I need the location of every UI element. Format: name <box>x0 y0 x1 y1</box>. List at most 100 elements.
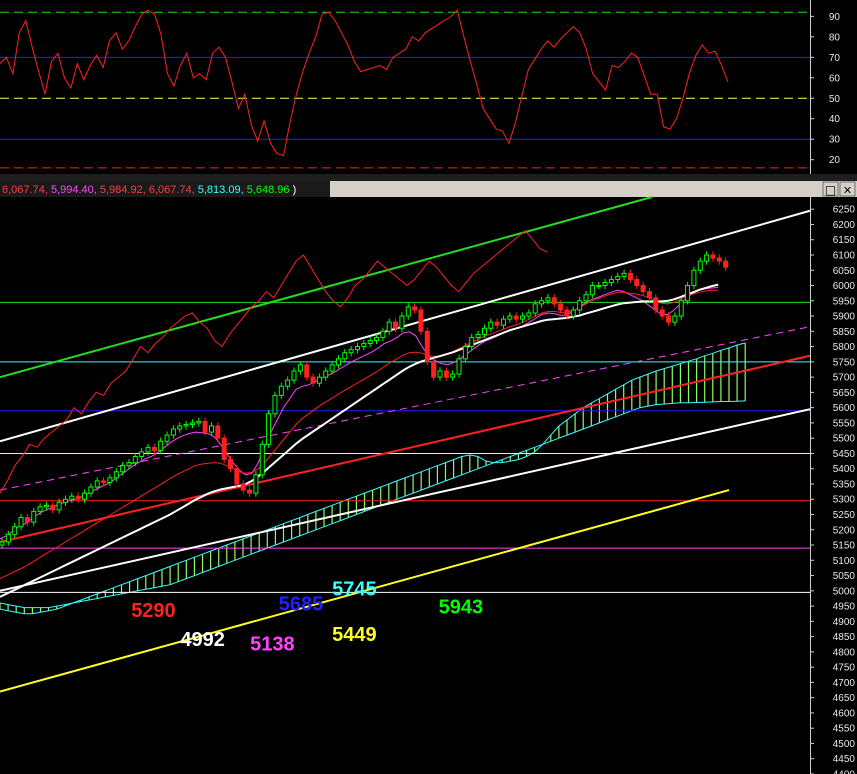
candle-body <box>697 260 703 271</box>
price-tick-label-5400: 5400 <box>833 464 856 475</box>
annotation-label-5685: 5685 <box>279 594 324 616</box>
candle-body <box>164 434 170 442</box>
annotation-label-5138: 5138 <box>250 633 295 655</box>
candle-body <box>615 275 621 280</box>
price-tick-label-5200: 5200 <box>833 525 856 536</box>
price-tick-label-6200: 6200 <box>833 220 856 231</box>
candle-body <box>488 321 494 329</box>
candle-body <box>450 373 456 378</box>
candle-body <box>545 297 551 302</box>
candle-body <box>247 489 253 494</box>
candle-body <box>475 333 481 338</box>
candle-body <box>43 504 49 508</box>
price-tick-label-4650: 4650 <box>833 693 856 704</box>
candle-body <box>532 303 538 314</box>
price-tick-label-4500: 4500 <box>833 739 856 750</box>
price-tick-label-4450: 4450 <box>833 754 856 765</box>
candle-body <box>221 437 227 461</box>
candle-body <box>526 312 532 317</box>
candle-body <box>297 364 303 372</box>
candle-body <box>304 364 310 378</box>
candle-body <box>69 495 75 500</box>
oscillator-tick-label-90: 90 <box>829 12 841 23</box>
candle-body <box>424 330 430 363</box>
candle-body <box>520 315 526 320</box>
candle-body <box>659 309 665 317</box>
price-tick-label-4950: 4950 <box>833 602 856 613</box>
candle-body <box>75 495 81 500</box>
price-tick-label-4550: 4550 <box>833 724 856 735</box>
candle-body <box>627 272 633 280</box>
price-tick-label-5050: 5050 <box>833 571 856 582</box>
price-tick-label-5750: 5750 <box>833 357 856 368</box>
chart-canvas: 9080706050403020 6,067.74, 5,994.40, 5,9… <box>0 0 857 774</box>
close-window-button[interactable]: ✕ <box>839 181 856 197</box>
price-tick-label-6100: 6100 <box>833 251 856 262</box>
price-tick-label-5150: 5150 <box>833 541 856 552</box>
price-tick-label-6050: 6050 <box>833 266 856 277</box>
candle-body <box>316 376 322 384</box>
candle-body <box>710 254 716 259</box>
candle-body <box>24 517 30 523</box>
oscillator-tick-label-40: 40 <box>829 114 841 125</box>
oscillator-tick-label-20: 20 <box>829 155 841 166</box>
status-value-3: 6,067.74, <box>149 184 198 196</box>
candle-body <box>62 498 68 503</box>
candle-body <box>551 297 557 305</box>
status-values: 6,067.74, 5,994.40, 5,984.92, 6,067.74, … <box>2 184 296 196</box>
candle-body <box>208 425 214 433</box>
candle-body <box>634 278 640 287</box>
candle-body <box>228 459 234 470</box>
candle-body <box>310 376 316 384</box>
candle-body <box>640 285 646 293</box>
oscillator-tick-label-30: 30 <box>829 135 841 146</box>
candle-body <box>646 291 652 299</box>
candle-body <box>94 480 100 488</box>
close-icon: ✕ <box>843 184 852 197</box>
candle-body <box>678 300 684 317</box>
candle-body <box>361 343 367 348</box>
candle-body <box>183 423 189 427</box>
candle-body <box>266 413 272 445</box>
candle-body <box>507 315 513 320</box>
candle-body <box>335 358 341 366</box>
candle-body <box>405 306 411 317</box>
oscillator-tick-label-80: 80 <box>829 32 841 43</box>
candle-body <box>583 294 589 302</box>
panel-splitter[interactable] <box>0 174 857 181</box>
candle-body <box>329 364 335 372</box>
price-tick-label-5700: 5700 <box>833 373 856 384</box>
price-tick-label-5650: 5650 <box>833 388 856 399</box>
price-tick-label-4850: 4850 <box>833 632 856 643</box>
candle-body <box>704 254 710 262</box>
candle-body <box>672 315 678 323</box>
candle-body <box>456 358 462 375</box>
status-value-6: ) <box>290 184 297 196</box>
candle-body <box>481 327 487 335</box>
candle-body <box>234 468 240 485</box>
candle-body <box>412 306 418 311</box>
candle-body <box>596 285 602 288</box>
candle-body <box>0 541 5 546</box>
annotation-label-5745: 5745 <box>332 578 377 600</box>
candle-body <box>12 526 18 535</box>
candle-body <box>285 379 291 387</box>
candle-body <box>589 285 595 296</box>
candle-body <box>558 303 564 311</box>
candle-body <box>259 443 265 476</box>
candle-body <box>691 269 697 287</box>
price-tick-label-6250: 6250 <box>833 205 856 216</box>
status-value-5: 5,648.96 <box>247 184 290 196</box>
candle-body <box>577 300 583 311</box>
candle-body <box>386 321 392 332</box>
candle-body <box>50 504 56 511</box>
candle-body <box>82 492 88 500</box>
candle-body <box>374 336 380 341</box>
candle-body <box>539 300 545 305</box>
candle-body <box>513 315 519 320</box>
candle-body <box>240 483 246 491</box>
price-tick-label-5800: 5800 <box>833 342 856 353</box>
restore-window-button[interactable]: □ <box>822 181 839 197</box>
candle-body <box>18 517 24 528</box>
price-tick-label-5100: 5100 <box>833 556 856 567</box>
